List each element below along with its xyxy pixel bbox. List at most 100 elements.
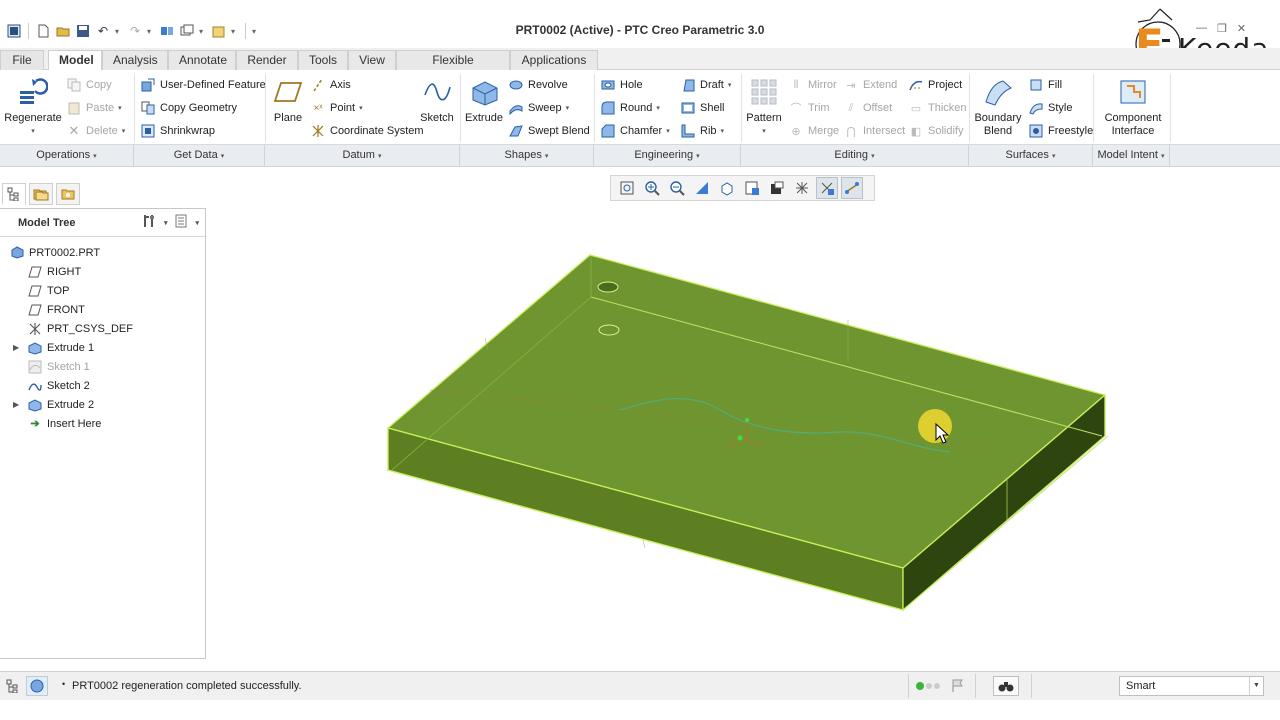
tab-flexible-modeling[interactable]: Flexible Modeling — [396, 50, 510, 86]
expand-arrow-icon[interactable]: ▶ — [13, 400, 19, 409]
new-file-icon[interactable] — [35, 23, 51, 39]
tab-view[interactable]: View — [348, 50, 396, 70]
zoom-out-icon[interactable] — [666, 177, 688, 199]
tree-item-extrude-2[interactable]: ▶ Extrude 2 — [0, 395, 205, 414]
restore-icon[interactable]: ❐ — [1217, 22, 1227, 35]
chevron-down-icon[interactable]: ▾ — [199, 27, 207, 36]
freestyle-button[interactable]: Freestyle — [1028, 122, 1093, 140]
model-tree-tab[interactable] — [2, 183, 26, 205]
chevron-down-icon[interactable]: ▾ — [195, 219, 199, 227]
tree-item-front[interactable]: FRONT — [0, 300, 205, 319]
group-datum[interactable]: Datum ▾ — [265, 145, 460, 167]
copy-geometry-button[interactable]: Copy Geometry — [140, 99, 237, 117]
tree-item-extrude-1[interactable]: ▶ Extrude 1 — [0, 338, 205, 357]
chevron-down-icon[interactable]: ▼ — [1249, 677, 1263, 695]
selection-filter-select[interactable]: Smart ▼ — [1119, 676, 1264, 696]
datum-display-filters-icon[interactable] — [816, 177, 838, 199]
component-interface-button[interactable]: Component Interface — [1100, 76, 1166, 138]
draft-button[interactable]: Draft ▾ — [680, 76, 731, 94]
chevron-down-icon[interactable]: ▾ — [231, 27, 239, 36]
group-operations[interactable]: Operations ▾ — [0, 145, 134, 167]
axis-button[interactable]: Axis — [310, 76, 351, 94]
close-icon[interactable]: ✕ — [1237, 22, 1246, 35]
group-model-intent[interactable]: Model Intent ▾ — [1093, 145, 1170, 167]
extrude-button[interactable]: Extrude — [464, 76, 504, 125]
rib-button[interactable]: Rib ▾ — [680, 122, 724, 140]
saved-orientations-icon[interactable] — [716, 177, 738, 199]
part-model[interactable] — [207, 205, 1280, 665]
shrinkwrap-button[interactable]: Shrinkwrap — [140, 122, 215, 140]
sketch-button[interactable]: Sketch — [418, 76, 456, 125]
tab-analysis[interactable]: Analysis — [102, 50, 168, 70]
tab-render[interactable]: Render — [236, 50, 298, 70]
swept-blend-button[interactable]: Swept Blend — [508, 122, 590, 140]
favorites-tab[interactable] — [56, 183, 80, 205]
mirror-button[interactable]: ⫴ Mirror — [788, 76, 837, 94]
hole-button[interactable]: Hole — [600, 76, 643, 94]
group-get-data[interactable]: Get Data ▾ — [134, 145, 265, 167]
regenerate-small-icon[interactable] — [159, 23, 175, 39]
group-shapes[interactable]: Shapes ▾ — [460, 145, 594, 167]
refit-icon[interactable] — [616, 177, 638, 199]
chevron-down-icon[interactable]: ▾ — [115, 27, 123, 36]
find-binoculars-icon[interactable] — [993, 676, 1019, 696]
round-button[interactable]: Round ▾ — [600, 99, 660, 117]
tree-item-part[interactable]: PRT0002.PRT — [0, 243, 205, 262]
expand-arrow-icon[interactable]: ▶ — [13, 343, 19, 352]
display-style-icon[interactable] — [766, 177, 788, 199]
windows-icon[interactable] — [179, 23, 195, 39]
folder-browser-tab[interactable] — [29, 183, 53, 205]
tree-item-sketch-1[interactable]: Sketch 1 — [0, 357, 205, 376]
style-button[interactable]: Style — [1028, 99, 1072, 117]
app-icon[interactable] — [6, 23, 22, 39]
tab-annotate[interactable]: Annotate — [168, 50, 236, 70]
shell-button[interactable]: Shell — [680, 99, 724, 117]
offset-button[interactable]: ⫽ Offset — [843, 99, 893, 117]
regenerate-button[interactable]: Regenerate ▾ — [4, 76, 62, 138]
delete-button[interactable]: ✕ Delete ▾ — [66, 122, 126, 140]
plane-button[interactable]: Plane — [268, 76, 308, 125]
open-folder-icon[interactable] — [55, 23, 71, 39]
tree-item-right[interactable]: RIGHT — [0, 262, 205, 281]
customize-toolbar-icon[interactable]: ▾ — [252, 27, 260, 36]
chamfer-button[interactable]: Chamfer ▾ — [600, 122, 670, 140]
minimize-icon[interactable]: — — [1196, 22, 1207, 35]
perspective-icon[interactable] — [791, 177, 813, 199]
user-defined-feature-button[interactable]: User-Defined Feature — [140, 76, 266, 94]
tab-tools[interactable]: Tools — [298, 50, 348, 70]
group-engineering[interactable]: Engineering ▾ — [594, 145, 741, 167]
project-button[interactable]: Project — [908, 76, 962, 94]
pattern-button[interactable]: Pattern ▾ — [746, 76, 782, 138]
undo-icon[interactable]: ↶ — [95, 23, 111, 39]
tree-item-csys[interactable]: PRT_CSYS_DEF — [0, 319, 205, 338]
chevron-down-icon[interactable]: ▾ — [147, 27, 155, 36]
coordinate-system-button[interactable]: Coordinate System — [310, 122, 424, 140]
tree-item-top[interactable]: TOP — [0, 281, 205, 300]
copy-button[interactable]: Copy — [66, 76, 112, 94]
group-editing[interactable]: Editing ▾ — [741, 145, 969, 167]
close-window-icon[interactable] — [211, 23, 227, 39]
boundary-blend-button[interactable]: Boundary Blend — [974, 76, 1022, 138]
intersect-button[interactable]: ⋂ Intersect — [843, 122, 905, 140]
show-browser-icon[interactable] — [26, 676, 48, 696]
tab-model[interactable]: Model — [48, 50, 102, 71]
trim-button[interactable]: ⌒ Trim — [788, 99, 830, 117]
group-surfaces[interactable]: Surfaces ▾ — [969, 145, 1093, 167]
solidify-button[interactable]: ◧ Solidify — [908, 122, 964, 140]
repaint-icon[interactable] — [691, 177, 713, 199]
show-navigator-icon[interactable] — [2, 676, 24, 696]
tree-item-sketch-2[interactable]: Sketch 2 — [0, 376, 205, 395]
tree-item-insert-here[interactable]: ➔ Insert Here — [0, 414, 205, 433]
view-manager-icon[interactable] — [741, 177, 763, 199]
settings-icon[interactable] — [142, 213, 158, 232]
merge-button[interactable]: ⊕ Merge — [788, 122, 839, 140]
show-icon[interactable] — [173, 213, 189, 232]
graphics-window[interactable] — [207, 205, 1280, 665]
zoom-in-icon[interactable] — [641, 177, 663, 199]
fill-button[interactable]: Fill — [1028, 76, 1062, 94]
flag-icon[interactable] — [946, 676, 968, 696]
sweep-button[interactable]: Sweep ▾ — [508, 99, 569, 117]
chevron-down-icon[interactable]: ▾ — [164, 219, 168, 227]
save-icon[interactable] — [75, 23, 91, 39]
tab-file[interactable]: File ▾ — [0, 50, 44, 85]
